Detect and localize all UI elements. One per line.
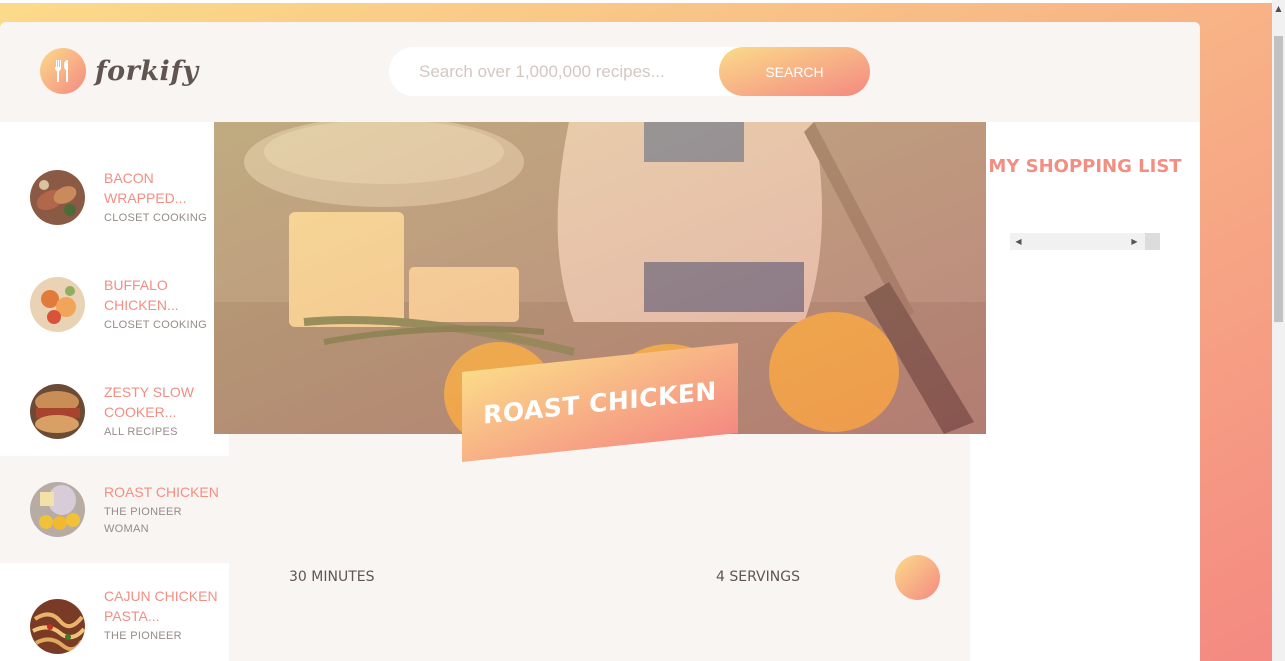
result-title: Zesty Slow Cooker... xyxy=(104,384,194,420)
result-item[interactable]: Bacon Wrapped... Closet Cooking xyxy=(0,144,229,251)
bookmark-button[interactable] xyxy=(895,555,940,600)
scroll-up-icon[interactable]: ▲ xyxy=(1272,0,1285,17)
scroll-right-icon[interactable]: ▶ xyxy=(1126,233,1143,250)
result-image xyxy=(30,277,85,332)
logo[interactable]: forkify xyxy=(40,48,199,94)
search-button[interactable]: SEARCH xyxy=(719,47,870,96)
result-image xyxy=(30,384,85,439)
top-edge xyxy=(0,0,1285,3)
scroll-thumb[interactable] xyxy=(1274,36,1283,322)
recipe-duration: 30 MINUTES xyxy=(289,569,375,585)
result-author: Closet Cooking xyxy=(104,212,208,224)
header: forkify SEARCH xyxy=(0,22,1200,122)
scroll-left-icon[interactable]: ◀ xyxy=(1010,233,1027,250)
result-title: Buffalo Chicken... xyxy=(104,277,179,313)
result-author: Closet Cooking xyxy=(104,319,208,331)
result-title: Bacon Wrapped... xyxy=(104,170,187,206)
result-title: Cajun Chicken Pasta... xyxy=(104,588,218,624)
result-title: Roast Chicken xyxy=(104,483,219,500)
result-author: The Pioneer xyxy=(104,630,182,642)
shopping-list-title: My Shopping List xyxy=(988,156,1182,177)
result-item[interactable]: Buffalo Chicken... Closet Cooking xyxy=(0,251,229,358)
search-form: SEARCH xyxy=(389,47,870,96)
result-image xyxy=(30,482,85,537)
result-item[interactable]: Zesty Slow Cooker... All Recipes xyxy=(0,358,229,465)
result-item-active[interactable]: Roast Chicken The Pioneer Woman xyxy=(0,456,229,563)
recipe-servings: 4 SERVINGS xyxy=(716,569,800,585)
fork-knife-icon xyxy=(40,48,86,94)
result-image xyxy=(30,599,85,654)
result-item[interactable]: Cajun Chicken Pasta... The Pioneer xyxy=(0,573,229,661)
result-image xyxy=(30,170,85,225)
scroll-thumb[interactable] xyxy=(1145,233,1160,250)
result-author: All Recipes xyxy=(104,426,178,438)
search-input[interactable] xyxy=(419,51,709,92)
logo-text: forkify xyxy=(95,55,199,87)
recipe-title: Roast Chicken xyxy=(483,375,717,430)
shopping-list: My Shopping List ◀ ▶ xyxy=(970,122,1200,661)
search-results: Bacon Wrapped... Closet Cooking Buffalo … xyxy=(0,122,229,661)
result-author: The Pioneer Woman xyxy=(104,505,182,535)
shopping-list-scrollbar[interactable]: ◀ ▶ xyxy=(1010,233,1160,250)
page-scrollbar[interactable]: ▲ xyxy=(1272,0,1285,661)
